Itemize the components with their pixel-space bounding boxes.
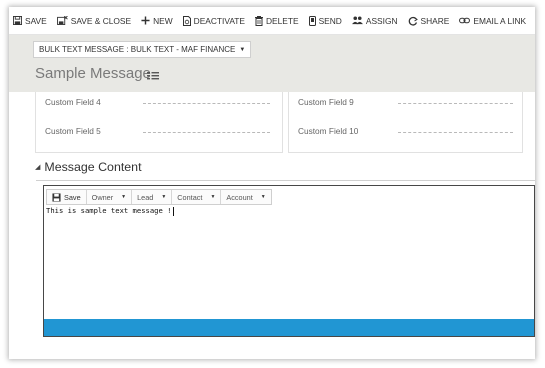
save-icon [52,192,61,202]
message-text: This is sample text message ! [46,206,172,215]
section-title: Message Content [44,160,142,174]
chevron-down-icon: ▼ [239,46,246,53]
custom-fields-right-card: Custom Field 9 Custom Field 10 [288,92,523,153]
delete-button[interactable]: DELETE [254,11,299,31]
delete-label: DELETE [265,15,299,26]
lead-dropdown[interactable]: Lead ▼ [132,190,173,204]
email-link-label: EMAIL A LINK [473,15,527,26]
custom-field-9-label: Custom Field 9 [298,97,354,107]
crm-window: SAVE SAVE & CLOSE NEW DEACTIVATE DELETE … [9,7,535,359]
record-title: Sample Message [35,65,151,82]
save-label: SAVE [25,15,47,26]
dropdown-arrow-icon: ▼ [161,194,167,200]
share-button[interactable]: SHARE [408,11,450,31]
custom-field-10-value[interactable] [398,132,513,133]
editor-toolbar: Save Owner ▼ Lead ▼ Contact ▼ Account ▼ [46,189,272,205]
save-close-button[interactable]: SAVE & CLOSE [56,11,132,31]
editor-save-label: Save [64,192,81,202]
save-icon [13,16,22,25]
plus-icon [141,16,150,25]
share-icon [408,16,418,26]
message-content-section-header[interactable]: ◢ Message Content [35,160,142,174]
custom-field-4-value[interactable] [143,103,270,104]
custom-field-9-value[interactable] [398,103,513,104]
share-label: SHARE [420,15,450,26]
send-label: SEND [318,15,342,26]
dropdown-arrow-icon: ▼ [210,194,216,200]
record-header: BULK TEXT MESSAGE : BULK TEXT - MAF FINA… [9,35,535,92]
trash-icon [254,15,263,26]
dropdown-arrow-icon: ▼ [260,194,266,200]
account-dropdown-label: Account [226,192,253,202]
section-divider [36,180,535,181]
text-cursor [172,206,174,216]
lead-dropdown-label: Lead [137,192,154,202]
custom-field-4-row[interactable]: Custom Field 4 [36,97,282,111]
form-body: Custom Field 4 Custom Field 5 Custom Fie… [9,92,535,359]
owner-dropdown[interactable]: Owner ▼ [87,190,133,204]
account-dropdown[interactable]: Account ▼ [221,190,270,204]
custom-fields-left-card: Custom Field 4 Custom Field 5 [35,92,283,153]
new-label: NEW [153,15,173,26]
message-text-area[interactable]: This is sample text message ! [46,206,174,216]
save-close-icon [56,16,68,25]
save-button[interactable]: SAVE [13,11,47,31]
link-icon [459,17,471,24]
custom-field-9-row[interactable]: Custom Field 9 [289,97,522,111]
collapse-triangle-icon: ◢ [35,164,41,171]
command-bar: SAVE SAVE & CLOSE NEW DEACTIVATE DELETE … [9,7,535,35]
send-button[interactable]: SEND [308,11,342,31]
deactivate-button[interactable]: DEACTIVATE [182,11,245,31]
email-link-button[interactable]: EMAIL A LINK [459,11,526,31]
editor-status-bar [44,319,534,336]
custom-field-5-value[interactable] [143,132,270,133]
custom-field-5-row[interactable]: Custom Field 5 [36,126,282,140]
dropdown-arrow-icon: ▼ [121,194,127,200]
assign-label: ASSIGN [365,15,398,26]
contact-dropdown-label: Contact [177,192,203,202]
custom-field-10-label: Custom Field 10 [298,126,359,136]
record-menu-icon[interactable] [147,72,159,80]
contact-dropdown[interactable]: Contact ▼ [172,190,222,204]
custom-field-10-row[interactable]: Custom Field 10 [289,126,522,140]
deactivate-icon [182,15,191,26]
custom-field-4-label: Custom Field 4 [45,97,101,107]
entity-name: BULK TEXT MESSAGE : BULK TEXT - MAF FINA… [39,45,236,54]
assign-icon [351,16,363,25]
editor-save-button[interactable]: Save [47,190,87,204]
custom-field-5-label: Custom Field 5 [45,126,101,136]
save-close-label: SAVE & CLOSE [70,15,132,26]
deactivate-label: DEACTIVATE [193,15,245,26]
assign-button[interactable]: ASSIGN [351,11,398,31]
entity-selector[interactable]: BULK TEXT MESSAGE : BULK TEXT - MAF FINA… [33,41,252,58]
new-button[interactable]: NEW [141,11,173,31]
message-editor: Save Owner ▼ Lead ▼ Contact ▼ Account ▼ [43,185,535,337]
send-icon [308,15,316,26]
owner-dropdown-label: Owner [91,192,114,202]
